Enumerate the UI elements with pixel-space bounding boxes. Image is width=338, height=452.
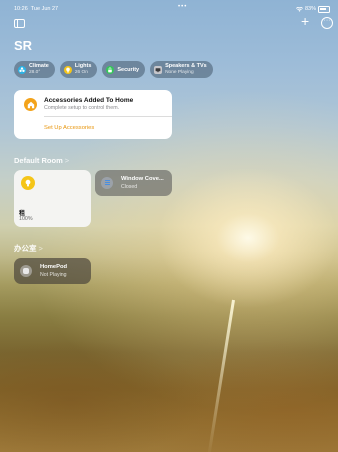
section-title-default-room[interactable]: Default Room > [14, 156, 69, 165]
add-icon[interactable]: + [301, 14, 313, 28]
chevron-right-icon: > [64, 156, 70, 165]
category-pills: Climate 28.0° Lights 26 On Security Spea… [14, 61, 213, 78]
tv-icon [154, 65, 163, 74]
lock-icon [106, 65, 115, 74]
divider [44, 116, 172, 117]
tile-name: Window Cove... [121, 176, 164, 182]
multitasking-dots[interactable]: ••• [178, 4, 187, 10]
homepod-tile[interactable]: HomePod Not Playing [14, 258, 91, 284]
blinds-icon [101, 177, 113, 189]
tile-name: HomePod [40, 264, 68, 270]
battery-icon [318, 5, 330, 13]
set-up-accessories-link[interactable]: Set Up Accessories [44, 125, 94, 131]
home-icon [24, 98, 37, 111]
page-title[interactable]: SR [14, 38, 32, 53]
window-covering-tile[interactable]: Window Cove... Closed [95, 170, 172, 196]
lights-pill[interactable]: Lights 26 On [59, 61, 98, 78]
tile-status: Not Playing [40, 272, 67, 278]
pill-sub: 26 On [74, 69, 88, 75]
status-time: 10:26 [14, 6, 28, 12]
sidebar-toggle-icon[interactable] [14, 17, 26, 29]
light-accessory-tile[interactable]: 租 100% [14, 170, 91, 227]
homepod-icon [20, 265, 32, 277]
section-title-label: 办公室 [14, 244, 37, 253]
status-bar: 10:26 Tue Jun 27 ••• 83% [14, 4, 330, 14]
tile-status: Closed [121, 184, 138, 190]
speakers-pill[interactable]: Speakers & TVs None Playing [150, 61, 213, 78]
bulb-icon [63, 65, 72, 74]
section-title-label: Default Room [14, 156, 63, 165]
security-pill[interactable]: Security [102, 61, 146, 78]
wifi-icon [295, 6, 303, 12]
more-icon[interactable]: ··· [321, 17, 333, 29]
bulb-icon [21, 176, 35, 190]
accessories-card-subtitle: Complete setup to control them. [44, 105, 120, 111]
chevron-right-icon: > [38, 244, 43, 253]
accessories-card-title: Accessories Added To Home [44, 97, 134, 104]
home-screen: 10:26 Tue Jun 27 ••• 83% + ··· SR Climat… [0, 0, 338, 452]
pill-sub: 28.0° [29, 69, 41, 75]
pill-label: Security [117, 66, 140, 73]
pill-sub: None Playing [165, 69, 194, 75]
battery-percent: 83% [304, 6, 316, 12]
accessories-added-card[interactable]: Accessories Added To Home Complete setup… [14, 90, 172, 139]
section-title-office[interactable]: 办公室 > [14, 243, 43, 254]
tile-status: 100% [19, 216, 33, 222]
status-right: 83% [295, 5, 330, 13]
status-date: Tue Jun 27 [30, 6, 59, 12]
climate-pill[interactable]: Climate 28.0° [14, 61, 55, 78]
fan-icon [18, 65, 26, 74]
